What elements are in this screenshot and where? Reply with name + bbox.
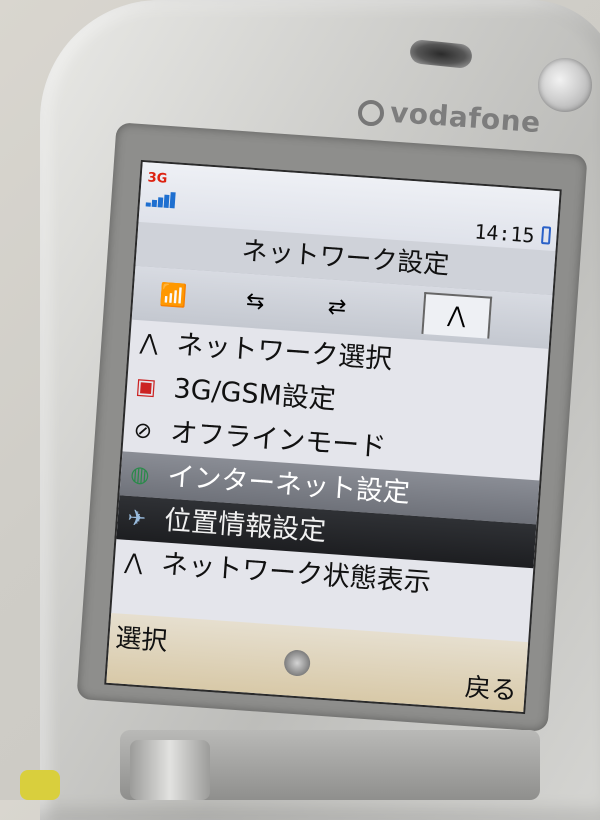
signal-strength-icon <box>145 190 177 209</box>
phone-antenna-icon: 📶 <box>158 282 188 310</box>
center-key-icon[interactable] <box>283 649 312 677</box>
camera-lens <box>538 58 592 112</box>
network-status-icon: ⋀ <box>123 549 144 576</box>
softkey-back[interactable]: 戻る <box>464 667 518 708</box>
tab-arrows[interactable]: ⇄ <box>304 286 371 330</box>
globe-icon: ◍ <box>129 461 151 488</box>
network-type: 3G <box>147 170 168 187</box>
tab-transfer[interactable]: ⇆ <box>222 280 289 324</box>
menu-item-label: 位置情報設定 <box>163 504 328 548</box>
offline-icon: ⊘ <box>132 417 154 444</box>
sim-3g-gsm-icon: ▣ <box>134 373 158 401</box>
earpiece <box>408 38 474 70</box>
tab-network[interactable]: ⋀ <box>421 292 493 339</box>
arrows-antenna-icon: ⇄ <box>326 294 348 321</box>
menu-list: ⋀ ネットワーク選択 ▣ 3G/GSM設定 ⊘ オフラインモード ◍ インターネ… <box>113 320 548 613</box>
vodafone-logo-icon <box>358 100 384 126</box>
phone-screen: 3G 14:15 ネットワーク設定 📶 ⇆ ⇄ ⋀ ⋀ ネットワーク選択 ▣ 3… <box>104 159 562 715</box>
menu-item-label: 3G/GSM設定 <box>172 373 337 416</box>
softkey-select[interactable]: 選択 <box>114 617 168 658</box>
clock: 14:15 <box>473 219 536 248</box>
battery-icon <box>540 226 552 245</box>
brand-logo-text: vodafone <box>389 95 542 140</box>
hinge-barrel <box>130 740 210 800</box>
tab-phone[interactable]: 📶 <box>140 274 207 318</box>
location-antenna-icon: ✈ <box>126 505 147 532</box>
arrows-transfer-icon: ⇆ <box>245 288 266 315</box>
antenna-pair-icon: ⋀ <box>139 329 159 357</box>
antenna-pair-icon: ⋀ <box>446 302 467 329</box>
yellow-object <box>20 770 60 800</box>
